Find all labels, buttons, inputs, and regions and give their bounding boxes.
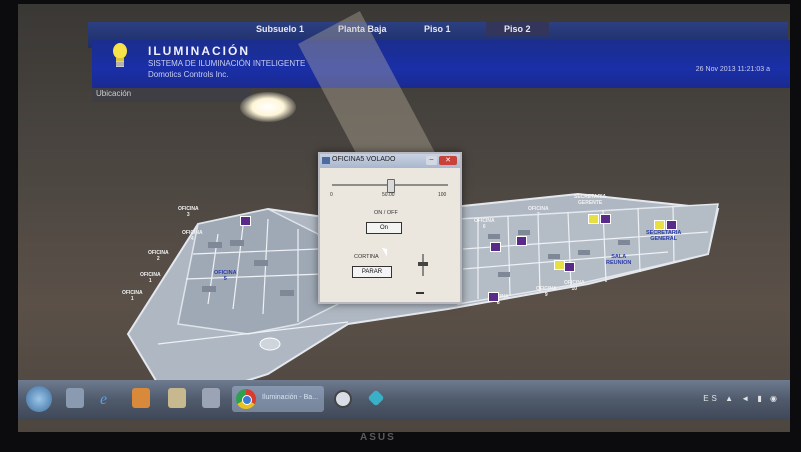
monitor-brand-logo: ASUS [360, 432, 396, 443]
room-label-oficina-4[interactable]: OFICINA 4 [182, 230, 203, 242]
light-toggle-icon[interactable] [588, 214, 599, 224]
clock-app-icon[interactable] [334, 390, 352, 408]
taskbar-chrome-app[interactable]: Iluminación - Ba... [232, 386, 324, 412]
onoff-label: ON / OFF [374, 210, 398, 216]
internet-explorer-icon[interactable]: e [98, 388, 116, 408]
chrome-icon [236, 389, 256, 409]
light-toggle-icon[interactable] [654, 220, 665, 230]
windows-explorer-icon[interactable] [66, 388, 84, 408]
mouse-cursor-icon [381, 245, 391, 257]
room-label-oficina-1[interactable]: OFICINA 1 [140, 272, 161, 284]
room-label-oficina-7[interactable]: OFICINA 7 [528, 206, 549, 218]
system-tray[interactable]: ES ▲ ◄ ▮ ◉ [703, 394, 780, 403]
folder-icon[interactable] [168, 388, 186, 408]
minimize-button[interactable]: – [426, 156, 437, 165]
dimmer-slider-thumb[interactable] [387, 179, 395, 193]
room-label-oficina-9[interactable]: OFICINA 9 [536, 286, 557, 298]
room-label-oficina-5[interactable]: OFICINA 5 [214, 270, 237, 282]
network-app-icon[interactable] [367, 389, 385, 407]
dialog-titlebar[interactable]: OFICINA5 VOLADO – ✕ [320, 154, 460, 168]
slider-max-label: 100 [438, 192, 447, 198]
room-label-oficina-10[interactable]: OFICINA 10 [564, 280, 585, 292]
room-label-secretaria-gerente[interactable]: SECRETARIA GERENTE [574, 194, 606, 206]
slider-min-label: 0 [330, 192, 333, 198]
room-label-oficina-2[interactable]: OFICINA 2 [148, 250, 169, 262]
room-control-dialog: OFICINA5 VOLADO – ✕ 0 100 50.00 ON / OFF… [318, 152, 462, 304]
start-button-icon[interactable] [26, 386, 52, 412]
close-button[interactable]: ✕ [439, 156, 457, 165]
light-toggle-icon[interactable] [564, 262, 575, 272]
room-label-oficina-6[interactable]: OFICINA 6 [474, 218, 495, 230]
room-label-sala-reunion[interactable]: SALA REUNION [606, 254, 631, 266]
cortina-indicator [416, 292, 424, 294]
slider-value-label: 50.00 [382, 192, 395, 198]
room-label-secretaria-general[interactable]: SECRETARIA GENERAL [646, 230, 681, 242]
cortina-slider-thumb[interactable] [418, 262, 428, 266]
dialog-title: OFICINA5 VOLADO [332, 156, 396, 163]
app-icon[interactable] [202, 388, 220, 408]
room-label-oficina-1b[interactable]: OFICINA 1 [122, 290, 143, 302]
monitor-screen: Subsuelo 1 Planta Baja Piso 1 Piso 2 ILU… [18, 4, 790, 432]
room-label-oficina-3[interactable]: OFICINA 3 [178, 206, 199, 218]
svg-text:e: e [100, 391, 107, 408]
parar-button[interactable]: PARAR [352, 266, 392, 278]
windows-taskbar: e Iluminación - Ba... ES ▲ ◄ ▮ ◉ [18, 380, 790, 420]
light-toggle-icon[interactable] [240, 216, 251, 226]
light-toggle-icon[interactable] [666, 220, 677, 230]
taskbar-app-label: Iluminación - Ba... [262, 394, 319, 401]
on-button[interactable]: On [366, 222, 402, 234]
cortina-label: CORTINA [354, 254, 379, 260]
light-toggle-icon[interactable] [490, 242, 501, 252]
light-toggle-icon[interactable] [600, 214, 611, 224]
light-toggle-icon[interactable] [488, 292, 499, 302]
media-player-icon[interactable] [132, 388, 150, 408]
light-toggle-icon[interactable] [516, 236, 527, 246]
window-icon [322, 157, 330, 164]
